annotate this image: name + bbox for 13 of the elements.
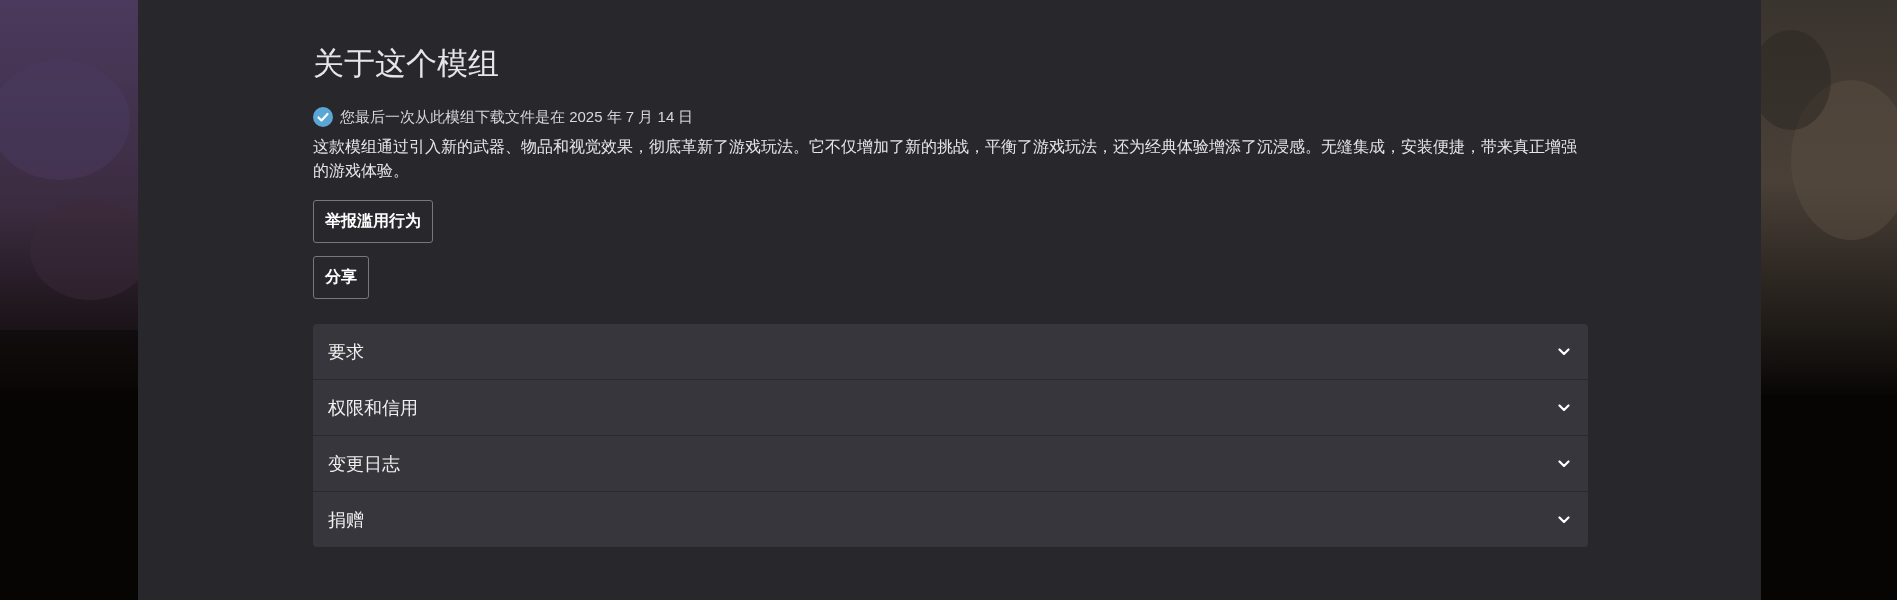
download-notice: 您最后一次从此模组下载文件是在 2025 年 7 月 14 日 [340, 107, 694, 127]
chevron-icon [1558, 347, 1570, 356]
action-button[interactable]: 举报滥用行为 [313, 200, 433, 243]
chevron-icon [1558, 515, 1570, 524]
accordion-item[interactable]: 变更日志 [313, 435, 1588, 491]
section-title: 关于这个模组 [313, 45, 499, 83]
accordion-item[interactable]: 要求 [313, 324, 1588, 379]
description: 这款模组通过引入新的武器、物品和视觉效果，彻底革新了游戏玩法。它不仅增加了新的挑战，平衡了游戏玩法，还为经典体验增添了沉浸感。无缝集成，安装便捷，带来真正增强的游戏体验。 [313, 137, 1578, 181]
action-button[interactable]: 分享 [313, 256, 369, 299]
accordion-item[interactable]: 权限和信用 [313, 379, 1588, 435]
accordion-item[interactable]: 捐赠 [313, 491, 1588, 547]
chevron-icon [1558, 403, 1570, 412]
chevron-icon [1558, 459, 1570, 468]
